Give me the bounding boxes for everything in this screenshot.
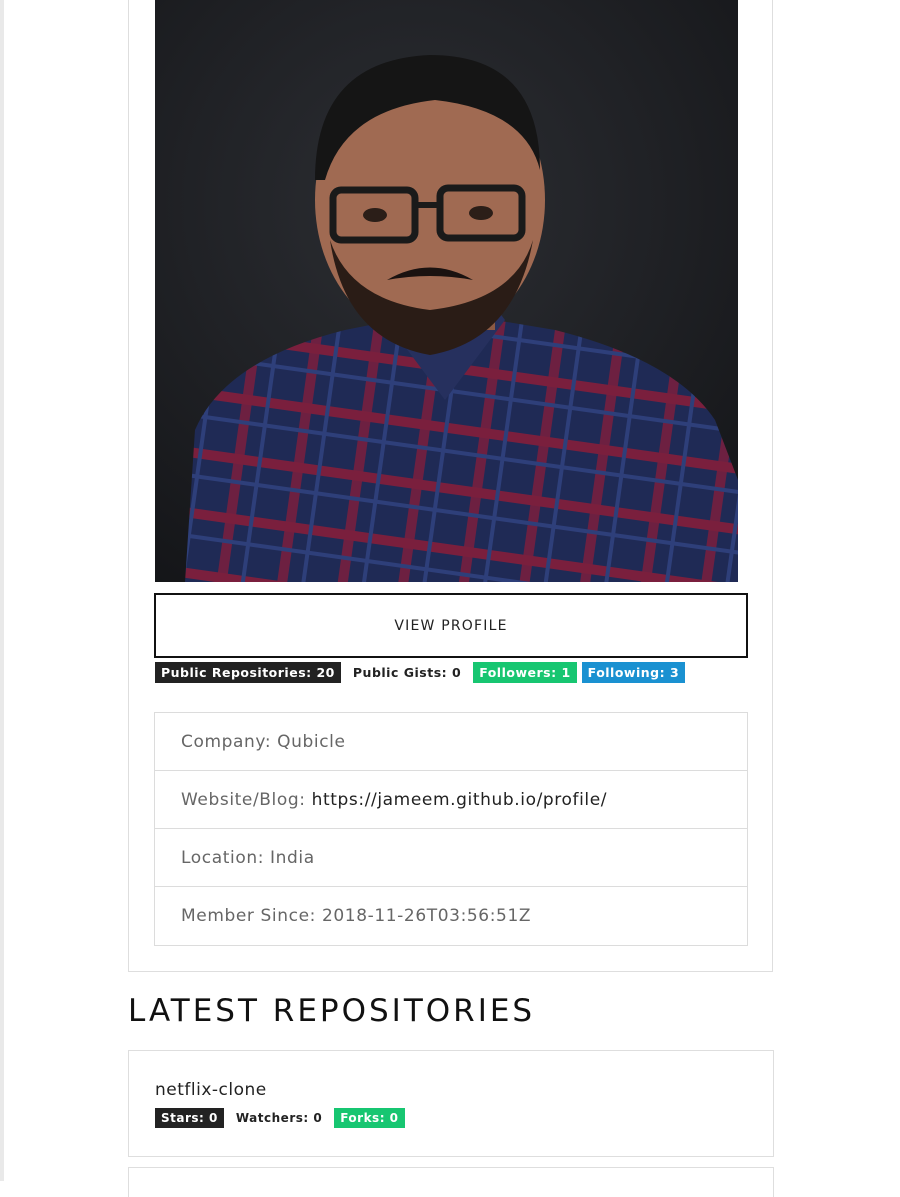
page-left-edge	[0, 0, 4, 1181]
public-gists-badge: Public Gists: 0	[352, 665, 462, 680]
profile-stats-badges: Public Repositories: 20 Public Gists: 0 …	[155, 662, 686, 683]
followers-badge: Followers: 1	[473, 662, 577, 683]
avatar	[155, 0, 738, 582]
public-repos-badge: Public Repositories: 20	[155, 662, 341, 683]
website-label: Website/Blog:	[181, 789, 306, 810]
view-profile-button[interactable]: VIEW PROFILE	[154, 593, 748, 658]
following-badge: Following: 3	[581, 662, 686, 683]
forks-badge: Forks: 0	[334, 1108, 405, 1128]
repo-name-link[interactable]: netflix-clone	[155, 1080, 267, 1100]
repo-card	[128, 1167, 774, 1197]
stars-badge: Stars: 0	[155, 1108, 224, 1128]
company-item: Company: Qubicle	[155, 713, 747, 771]
website-link[interactable]: https://jameem.github.io/profile/	[312, 790, 608, 810]
latest-repositories-heading: LATEST REPOSITORIES	[128, 993, 536, 1029]
profile-details-list: Company: Qubicle Website/Blog: https://j…	[154, 712, 748, 946]
website-item: Website/Blog: https://jameem.github.io/p…	[155, 771, 747, 829]
profile-photo-icon	[155, 0, 738, 582]
member-since-item: Member Since: 2018-11-26T03:56:51Z	[181, 906, 532, 926]
location-item: Location: India	[155, 829, 747, 887]
watchers-badge: Watchers: 0	[235, 1111, 323, 1125]
repo-card: netflix-clone Stars: 0 Watchers: 0 Forks…	[128, 1050, 774, 1157]
repo-stats-badges: Stars: 0 Watchers: 0 Forks: 0	[155, 1108, 405, 1128]
